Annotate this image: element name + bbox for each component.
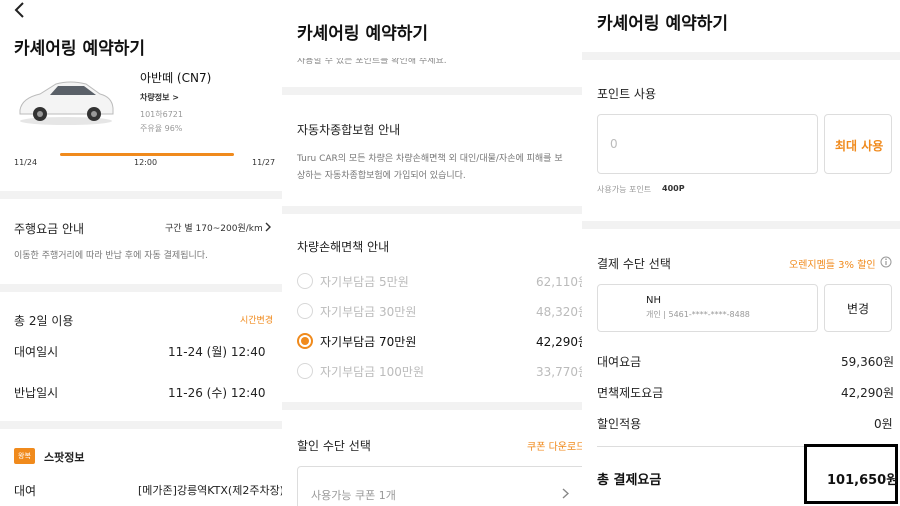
payment-panel: 카셰어링 예약하기 포인트 사용 0 최대 사용 사용가능 포인트 400P 결… <box>582 0 900 506</box>
discount-applied-label: 할인적용 <box>597 417 642 431</box>
payment-method-label: 결제 수단 선택 <box>597 257 671 271</box>
usage-duration: 총 2일 이용 <box>14 314 74 328</box>
waiver-label: 차량손해면책 안내 <box>297 240 390 254</box>
section-divider <box>282 402 582 410</box>
car-image <box>19 81 114 125</box>
rent-place-label: 대여 <box>14 484 37 498</box>
back-arrow-icon[interactable] <box>14 2 26 18</box>
info-icon[interactable] <box>880 256 892 268</box>
waiver-option-label[interactable]: 자기부담금 5만원 <box>320 273 409 290</box>
page-title: 카셰어링 예약하기 <box>297 24 429 44</box>
points-input-value: 0 <box>610 137 618 151</box>
total-label: 총 결제요금 <box>597 473 662 488</box>
section-divider <box>0 421 282 429</box>
insurance-desc-line1: Turu CAR의 모든 차량은 차량손해면책 외 대인/대물/자손에 피해를 … <box>297 154 563 164</box>
waiver-option-price: 62,110원 <box>536 275 582 289</box>
waiver-option-radio[interactable] <box>297 303 313 319</box>
car-name: 아반떼 (CN7) <box>140 71 212 85</box>
car-plate: 101하6721 <box>140 110 183 119</box>
payment-promo: 오렌지멤들 3% 할인 <box>789 260 876 271</box>
coupon-download-link[interactable]: 쿠폰 다운로드 <box>527 438 582 453</box>
card-name: NH <box>646 295 661 306</box>
change-card-button-label: 변경 <box>847 302 870 316</box>
section-divider <box>0 191 282 199</box>
rental-fee-value: 59,360원 <box>841 355 895 369</box>
points-input[interactable] <box>597 114 818 174</box>
waiver-option-radio[interactable] <box>297 363 313 379</box>
car-info-link[interactable]: 차량정보 > <box>140 92 179 103</box>
waiver-option-radio-selected[interactable] <box>297 333 313 349</box>
waiver-option-price: 33,770원 <box>536 365 582 379</box>
insurance-label: 자동차종합보험 안내 <box>297 123 401 137</box>
page-title: 카셰어링 예약하기 <box>597 14 729 34</box>
waiver-fee-label: 면책제도요금 <box>597 386 664 400</box>
waiver-option-price: 48,320원 <box>536 305 582 319</box>
section-divider <box>0 284 282 292</box>
points-label: 포인트 사용 <box>597 87 657 101</box>
rental-fee-label: 대여요금 <box>597 355 642 369</box>
mileage-fee-value[interactable]: 구간 별 170~200원/km <box>165 221 263 234</box>
change-time-link[interactable]: 시간변경 <box>240 313 273 326</box>
insurance-desc-line2: 상하는 자동차종합보험에 가입되어 있습니다. <box>297 171 466 181</box>
section-divider <box>582 221 900 229</box>
mileage-fee-label: 주행요금 안내 <box>14 222 85 236</box>
reservation-summary-panel: 카셰어링 예약하기 아반떼 (CN7) 차량정보 > 101하6721 주유율 … <box>0 0 282 506</box>
rent-datetime-value: 11-24 (월) 12:40 <box>168 345 266 359</box>
discount-applied-value: 0원 <box>874 417 893 431</box>
waiver-option-radio[interactable] <box>297 273 313 289</box>
card-detail: 개인 | 5461-****-****-8488 <box>646 310 750 319</box>
waiver-option-price-selected: 42,290원 <box>536 335 582 349</box>
mileage-fee-note: 이동한 주행거리에 따라 반납 후에 자동 결제됩니다. <box>14 251 208 261</box>
section-divider <box>282 87 582 95</box>
payment-card[interactable] <box>597 284 818 332</box>
chevron-right-icon[interactable] <box>265 222 272 232</box>
total-value: 101,650원 <box>827 473 899 488</box>
round-trip-badge: 왕복 <box>14 448 35 464</box>
clipped-scroll-text: 사용할 수 있는 포인트를 확인해 주세요. <box>297 56 447 66</box>
fuel-level: 주유율 96% <box>140 124 183 133</box>
waiver-fee-value: 42,290원 <box>841 386 895 400</box>
spot-info-label: 스팟정보 <box>44 451 85 464</box>
available-points-value: 400P <box>662 184 685 193</box>
coupon-select-placeholder: 사용가능 쿠폰 1개 <box>311 489 396 502</box>
insurance-panel: 카셰어링 예약하기 사용할 수 있는 포인트를 확인해 주세요. 자동차종합보험… <box>282 0 582 506</box>
rental-period-bar <box>60 153 234 156</box>
available-points-label: 사용가능 포인트 <box>597 185 652 194</box>
waiver-option-label-selected[interactable]: 자기부담금 70만원 <box>320 333 416 350</box>
section-divider <box>582 52 900 60</box>
discount-label: 할인 수단 선택 <box>297 439 371 453</box>
return-datetime-label: 반납일시 <box>14 386 59 400</box>
return-datetime-value: 11-26 (수) 12:40 <box>168 386 266 400</box>
waiver-option-label[interactable]: 자기부담금 100만원 <box>320 363 424 380</box>
timeline-mid: 12:00 <box>134 158 158 167</box>
chevron-right-icon[interactable] <box>562 488 569 499</box>
rent-datetime-label: 대여일시 <box>14 345 59 359</box>
timeline-start: 11/24 <box>14 158 38 167</box>
waiver-option-label[interactable]: 자기부담금 30만원 <box>320 303 416 320</box>
timeline-end: 11/27 <box>252 158 276 167</box>
page-title: 카셰어링 예약하기 <box>14 39 146 59</box>
rent-place-value: [메가존]강릉역KTX(제2주차장) <box>138 484 282 497</box>
max-points-button-label: 최대 사용 <box>835 139 884 153</box>
section-divider <box>282 206 582 214</box>
